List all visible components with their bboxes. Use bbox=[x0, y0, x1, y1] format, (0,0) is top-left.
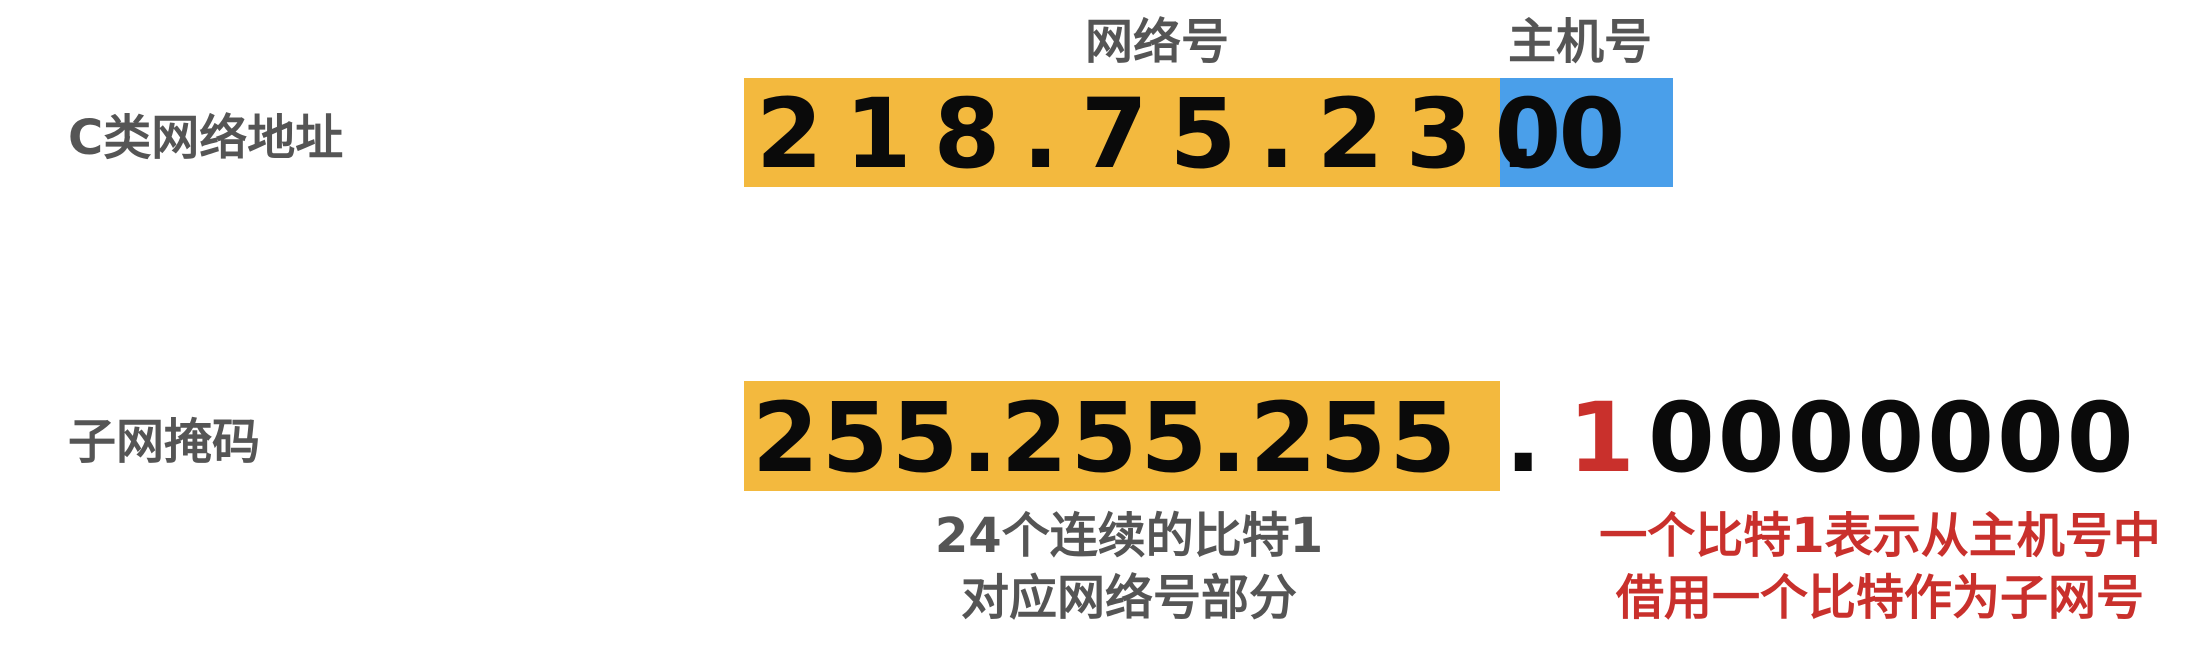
borrowed-bit-note-line2: 借用一个比特作为子网号 bbox=[1615, 570, 2144, 627]
mask-row-label: 子网掩码 bbox=[68, 414, 261, 470]
address-row-label: C类网络地址 bbox=[68, 110, 344, 166]
network-bits-note: 24个连续的比特1 对应网络号部分 bbox=[914, 505, 1344, 630]
network-bits-note-line1: 24个连续的比特1 bbox=[934, 508, 1324, 564]
host-part-header: 主机号 bbox=[1508, 14, 1653, 70]
address-host-digits: .0 bbox=[1500, 78, 1648, 190]
mask-network-digits: 255.255.255 bbox=[752, 382, 1460, 494]
borrowed-bit-note: 一个比特1表示从主机号中 借用一个比特作为子网号 bbox=[1570, 505, 2190, 630]
borrowed-bit-note-line1: 一个比特1表示从主机号中 bbox=[1599, 508, 2161, 564]
mask-remaining-bits: 0000000 bbox=[1648, 382, 2137, 494]
mask-borrowed-bit: 1 bbox=[1568, 382, 1635, 494]
mask-dot: . bbox=[1505, 382, 1542, 494]
address-network-digits: 218.75.230 bbox=[756, 78, 1584, 190]
network-part-header: 网络号 bbox=[1085, 14, 1230, 70]
network-bits-note-line2: 对应网络号部分 bbox=[960, 570, 1297, 627]
